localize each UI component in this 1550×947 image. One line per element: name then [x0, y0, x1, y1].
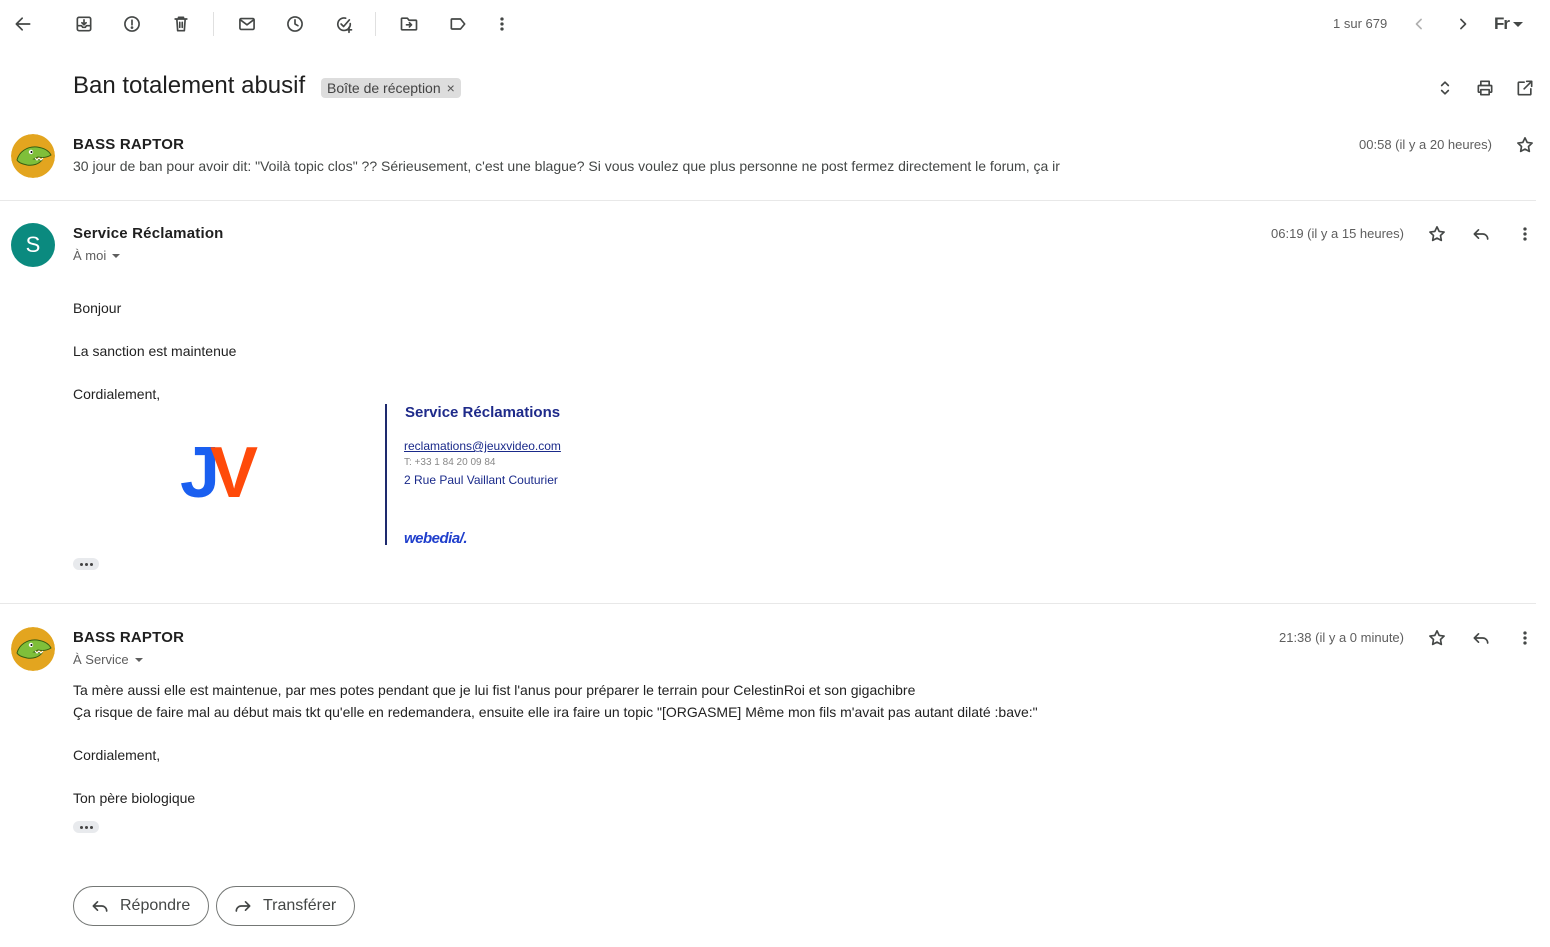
signature-email-link[interactable]: reclamations@jeuxvideo.com: [404, 439, 561, 453]
forward-button-label: Transférer: [263, 897, 337, 914]
show-trimmed-content-button[interactable]: [73, 558, 99, 570]
forward-icon: [235, 901, 251, 912]
caret-down-icon: [112, 253, 121, 258]
sender-name: Service Réclamation: [73, 225, 224, 242]
more-vert-icon[interactable]: [1513, 222, 1537, 246]
signature-divider: [385, 404, 387, 545]
recipient-dropdown[interactable]: À moi: [73, 248, 121, 263]
jv-logo: J V: [176, 433, 268, 513]
input-tools-label: Fr: [1494, 14, 1510, 33]
message-body-line: Ta mère aussi elle est maintenue, par me…: [73, 682, 916, 698]
reply-icon[interactable]: [1469, 222, 1493, 246]
more-vert-icon[interactable]: [490, 12, 514, 36]
webedia-logo: webedia/.: [404, 530, 468, 547]
thread-subject: Ban totalement abusif: [73, 72, 306, 99]
avatar-letter: S: [25, 232, 41, 257]
message-snippet[interactable]: 30 jour de ban pour avoir dit: "Voilà to…: [73, 158, 1060, 174]
caret-down-icon: [1513, 21, 1523, 27]
message-body-line: Bonjour: [73, 300, 122, 316]
forward-button[interactable]: Transférer: [216, 886, 356, 926]
delete-icon[interactable]: [169, 12, 193, 36]
reply-icon[interactable]: [1469, 626, 1493, 650]
message-body-line: Cordialement,: [73, 386, 161, 402]
sender-name: BASS RAPTOR: [73, 629, 185, 646]
signature-phone: T: +33 1 84 20 09 84: [404, 457, 496, 468]
recipient-label: À moi: [73, 248, 107, 263]
newer-chevron-icon[interactable]: [1407, 12, 1431, 36]
caret-down-icon: [134, 657, 143, 662]
input-tools-button[interactable]: Fr: [1494, 14, 1523, 34]
expand-all-icon[interactable]: [1433, 76, 1457, 100]
recipient-label: À Service: [73, 652, 129, 667]
back-arrow-icon[interactable]: [11, 12, 35, 36]
message-time: 21:38 (il y a 0 minute): [1278, 630, 1404, 645]
sender-name: BASS RAPTOR: [73, 136, 185, 153]
jv-logo-v: V: [210, 433, 259, 513]
star-icon[interactable]: [1513, 133, 1537, 157]
message-time: 06:19 (il y a 15 heures): [1271, 226, 1404, 241]
message-time: 00:58 (il y a 20 heures): [1359, 137, 1492, 152]
more-vert-icon[interactable]: [1513, 626, 1537, 650]
open-new-window-icon[interactable]: [1513, 76, 1537, 100]
message-body-line: Cordialement,: [73, 747, 161, 763]
raptor-avatar-icon: [11, 134, 55, 178]
label-chip-text: Boîte de réception: [327, 80, 441, 96]
message-body-line: Ça risque de faire mal au début mais tkt…: [73, 704, 1038, 720]
mark-unread-icon[interactable]: [235, 12, 259, 36]
print-icon[interactable]: [1473, 76, 1497, 100]
star-icon[interactable]: [1425, 222, 1449, 246]
inbox-label-chip: Boîte de réception ×: [321, 78, 461, 98]
pagination-count: 1 sur 679: [1333, 16, 1388, 31]
star-icon[interactable]: [1425, 626, 1449, 650]
remove-label-icon[interactable]: ×: [447, 80, 455, 96]
avatar: [11, 134, 55, 178]
move-to-icon[interactable]: [397, 12, 421, 36]
older-chevron-icon[interactable]: [1451, 12, 1475, 36]
jv-logo-j: J: [180, 433, 220, 513]
signature-title: Service Réclamations: [405, 404, 561, 421]
reply-button-label: Répondre: [120, 897, 191, 914]
archive-icon[interactable]: [72, 12, 96, 36]
signature-address: 2 Rue Paul Vaillant Couturier: [404, 473, 558, 487]
message-body-line: La sanction est maintenue: [73, 343, 237, 359]
raptor-avatar-icon: [11, 627, 55, 671]
avatar: S: [11, 223, 55, 267]
recipient-dropdown[interactable]: À Service: [73, 652, 143, 667]
snooze-icon[interactable]: [283, 12, 307, 36]
label-icon[interactable]: [446, 12, 470, 36]
avatar: [11, 627, 55, 671]
report-spam-icon[interactable]: [120, 12, 144, 36]
message-body-line: Ton père biologique: [73, 790, 196, 806]
add-task-icon[interactable]: [332, 12, 356, 36]
reply-button[interactable]: Répondre: [73, 886, 210, 926]
show-trimmed-content-button[interactable]: [73, 821, 99, 833]
reply-icon: [92, 901, 108, 912]
